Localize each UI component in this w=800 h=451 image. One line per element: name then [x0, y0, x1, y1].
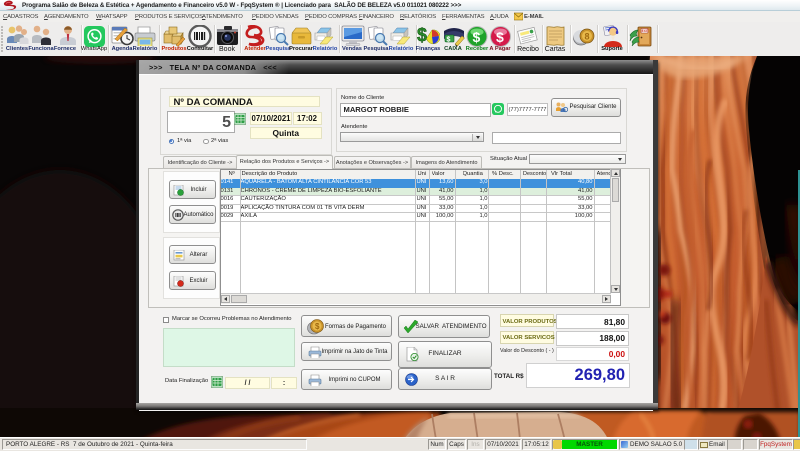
svg-text:$: $ [496, 29, 504, 45]
svg-text:$: $ [447, 37, 451, 44]
svg-text:$: $ [473, 29, 481, 45]
svg-text:$: $ [417, 25, 427, 45]
svg-text:$: $ [315, 322, 320, 331]
svg-text:8: 8 [585, 32, 590, 42]
svg-text:EXIT: EXIT [642, 29, 649, 33]
